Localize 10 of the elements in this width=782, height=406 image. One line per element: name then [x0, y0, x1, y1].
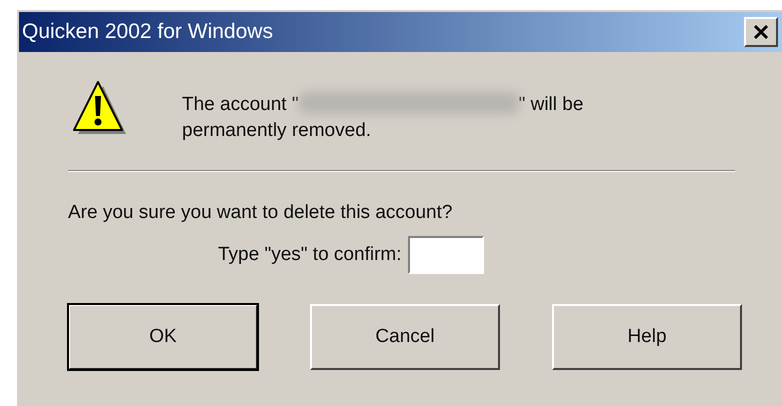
confirm-label: Type "yes" to confirm: — [218, 244, 402, 266]
dialog-button[interactable]: Cancel — [310, 304, 500, 370]
dialog-button[interactable]: Help — [552, 304, 742, 370]
input-field[interactable] — [408, 236, 484, 274]
window-title: Quicken 2002 for Windows — [22, 20, 273, 44]
dialog-button[interactable]: OK — [68, 304, 258, 370]
close-button[interactable] — [744, 17, 778, 47]
message-text: The account " " will be permanently removed. — [182, 92, 584, 143]
close-icon — [753, 24, 769, 40]
question-text: Are you sure you want to delete this account? — [68, 202, 454, 224]
